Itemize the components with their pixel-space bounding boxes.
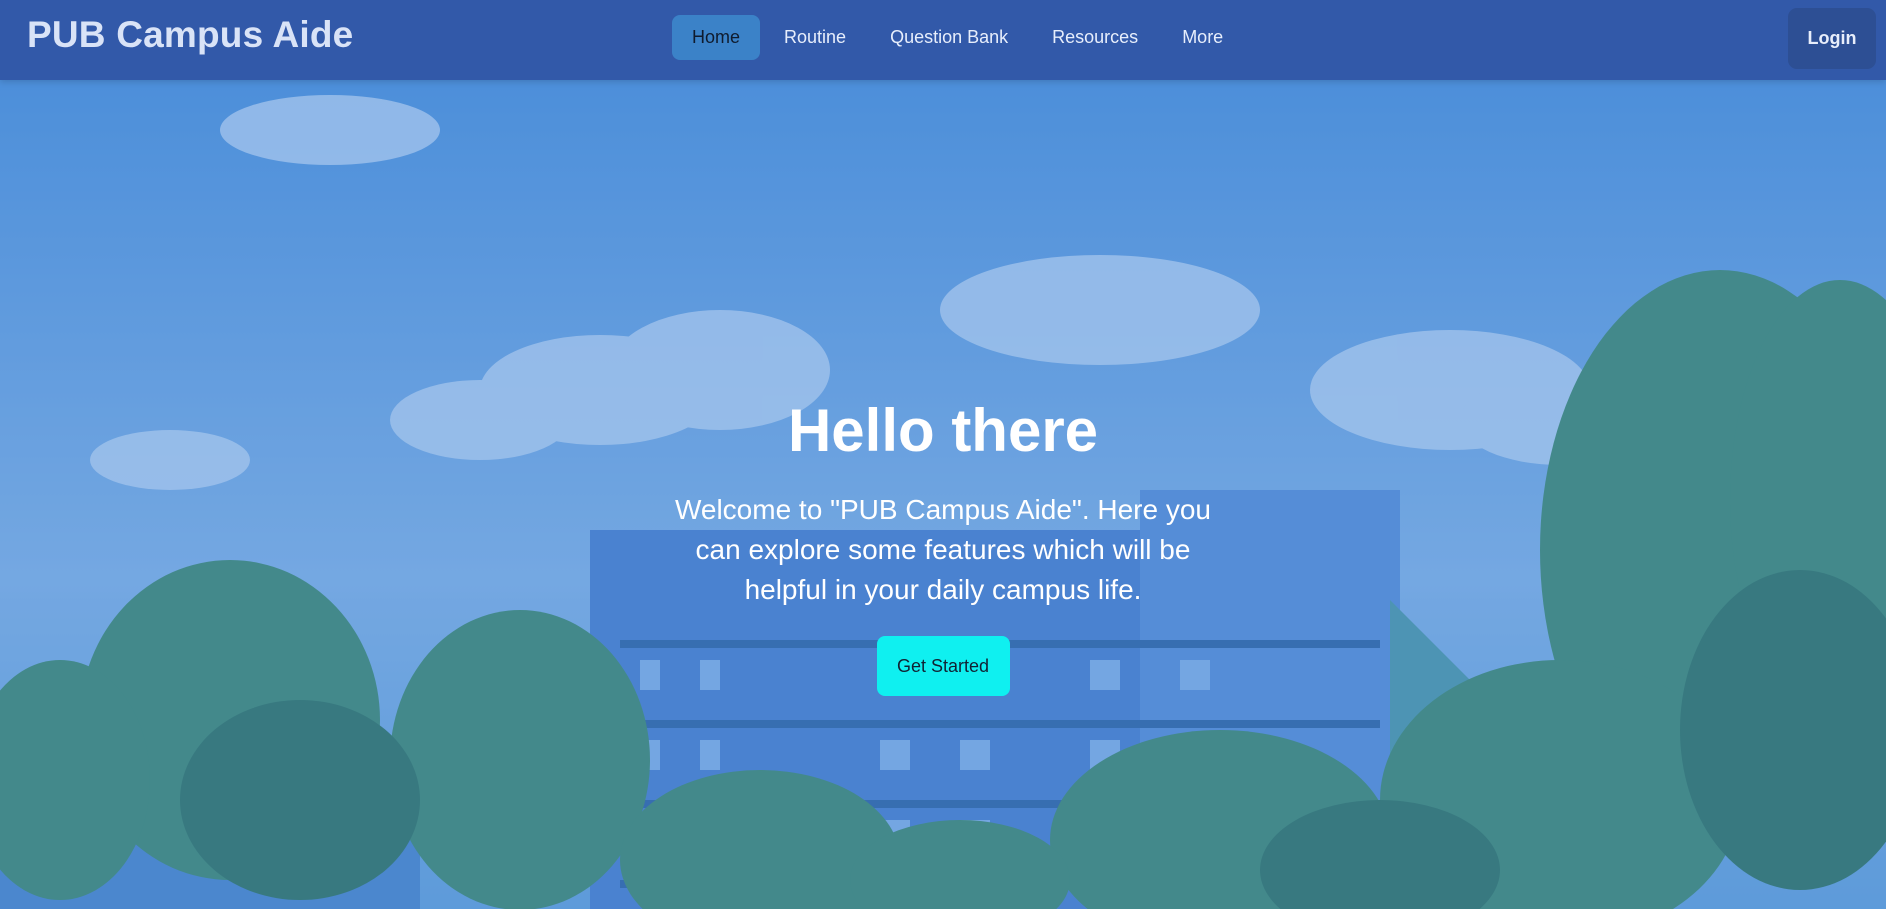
nav-item-resources[interactable]: Resources	[1032, 15, 1158, 60]
nav-item-routine[interactable]: Routine	[764, 15, 866, 60]
nav-item-question-bank[interactable]: Question Bank	[870, 15, 1028, 60]
hero-content: Hello there Welcome to "PUB Campus Aide"…	[0, 398, 1886, 696]
login-button[interactable]: Login	[1788, 8, 1876, 69]
get-started-button[interactable]: Get Started	[876, 636, 1010, 696]
main-menu: Home Routine Question Bank Resources Mor…	[672, 15, 1243, 60]
hero-description: Welcome to "PUB Campus Aide". Here you c…	[674, 494, 1212, 605]
hero-section: Hello there Welcome to "PUB Campus Aide"…	[0, 80, 1886, 909]
brand-logo-text[interactable]: PUB Campus Aide	[27, 14, 353, 56]
top-navbar: PUB Campus Aide Home Routine Question Ba…	[0, 0, 1886, 80]
nav-item-home[interactable]: Home	[672, 15, 761, 60]
hero-title: Hello there	[787, 397, 1099, 464]
nav-item-more[interactable]: More	[1162, 15, 1243, 60]
